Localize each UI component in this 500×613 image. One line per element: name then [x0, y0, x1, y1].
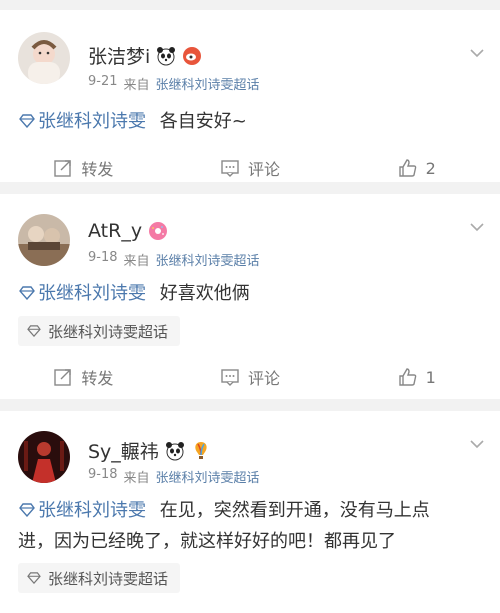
- panda-icon: [156, 46, 176, 66]
- post-time: 9-18: [88, 250, 118, 265]
- repost-button[interactable]: 转发: [0, 365, 167, 389]
- post-content: 在见，突然看到开通，没有马上点: [159, 500, 430, 521]
- username-row: 张洁梦i: [88, 42, 202, 69]
- post-meta: 9-18 来自 张继科刘诗雯超话: [88, 467, 260, 486]
- balloon-icon: [191, 441, 211, 461]
- repost-label: 转发: [81, 369, 114, 388]
- action-bar: 转发 评论 2: [0, 148, 500, 188]
- like-button[interactable]: 2: [333, 158, 500, 178]
- repost-icon: [54, 369, 72, 386]
- action-bar: 转发 评论 1: [0, 357, 500, 397]
- chevron-down-icon[interactable]: [470, 46, 484, 60]
- chip-label: 张继科刘诗雯超话: [48, 322, 169, 341]
- chevron-down-icon[interactable]: [470, 220, 484, 234]
- post-text: 张继科刘诗雯 各自安好~: [18, 106, 482, 137]
- username-row: Sy_輾祎: [88, 437, 211, 464]
- topic-link[interactable]: 张继科刘诗雯: [18, 283, 146, 304]
- comment-icon: [221, 369, 239, 386]
- comment-label: 评论: [248, 369, 281, 388]
- topic-link[interactable]: 张继科刘诗雯: [18, 111, 146, 132]
- donut-icon: [148, 221, 168, 241]
- diamond-icon: [19, 286, 35, 300]
- source-prefix: 来自: [123, 78, 150, 93]
- username-row: AtR_y: [88, 220, 168, 242]
- thumbs-up-icon: [398, 159, 416, 177]
- username[interactable]: 张洁梦i: [88, 42, 150, 69]
- avatar[interactable]: [18, 214, 70, 266]
- like-button[interactable]: 1: [333, 367, 500, 387]
- weibo-icon: [182, 46, 202, 66]
- comment-label: 评论: [248, 160, 281, 179]
- repost-label: 转发: [81, 160, 114, 179]
- topic-chip[interactable]: 张继科刘诗雯超话: [18, 316, 181, 346]
- panda-icon: [165, 441, 185, 461]
- username[interactable]: Sy_輾祎: [88, 437, 159, 464]
- avatar[interactable]: [18, 32, 70, 84]
- diamond-icon: [19, 503, 35, 517]
- chevron-down-icon[interactable]: [470, 437, 484, 451]
- post-text: 张继科刘诗雯 好喜欢他俩: [18, 278, 482, 309]
- comment-icon: [221, 160, 239, 177]
- comment-button[interactable]: 评论: [167, 365, 334, 389]
- post-time: 9-18: [88, 467, 118, 482]
- like-count: 2: [425, 158, 436, 178]
- diamond-icon: [27, 572, 41, 584]
- diamond-icon: [27, 325, 41, 337]
- username[interactable]: AtR_y: [88, 220, 142, 242]
- post-text: 张继科刘诗雯 在见，突然看到开通，没有马上点 进，因为已经晚了，就这样好好的吧！…: [18, 495, 482, 557]
- source-link[interactable]: 张继科刘诗雯超话: [156, 250, 260, 269]
- post-card: AtR_y 9-18 来自 张继科刘诗雯超话 张继科刘诗雯 好喜欢他俩 张继科刘…: [0, 194, 500, 399]
- chip-label: 张继科刘诗雯超话: [48, 569, 169, 588]
- post-meta: 9-18 来自 张继科刘诗雯超话: [88, 250, 260, 269]
- avatar[interactable]: [18, 431, 70, 483]
- post-card: 张洁梦i 9-21 来自 张继科刘诗雯超话 张继科刘诗雯 各自安好~ 转发 评论…: [0, 10, 500, 182]
- post-content: 好喜欢他俩: [159, 283, 250, 304]
- thumbs-up-icon: [398, 368, 416, 386]
- post-card: Sy_輾祎 9-18 来自 张继科刘诗雯超话 张继科刘诗雯 在见，突然看到开通，…: [0, 411, 500, 613]
- repost-button[interactable]: 转发: [0, 156, 167, 180]
- source-prefix: 来自: [123, 471, 150, 486]
- post-time: 9-21: [88, 74, 118, 89]
- source-link[interactable]: 张继科刘诗雯超话: [156, 74, 260, 93]
- topic-chip[interactable]: 张继科刘诗雯超话: [18, 563, 181, 593]
- post-content-line2: 进，因为已经晚了，就这样好好的吧！都再见了: [18, 531, 396, 552]
- topic-link[interactable]: 张继科刘诗雯: [18, 500, 146, 521]
- source-link[interactable]: 张继科刘诗雯超话: [156, 467, 260, 486]
- comment-button[interactable]: 评论: [167, 156, 334, 180]
- repost-icon: [54, 160, 72, 177]
- post-meta: 9-21 来自 张继科刘诗雯超话: [88, 74, 260, 93]
- post-content: 各自安好~: [159, 111, 247, 132]
- like-count: 1: [425, 367, 436, 387]
- source-prefix: 来自: [123, 254, 150, 269]
- diamond-icon: [19, 114, 35, 128]
